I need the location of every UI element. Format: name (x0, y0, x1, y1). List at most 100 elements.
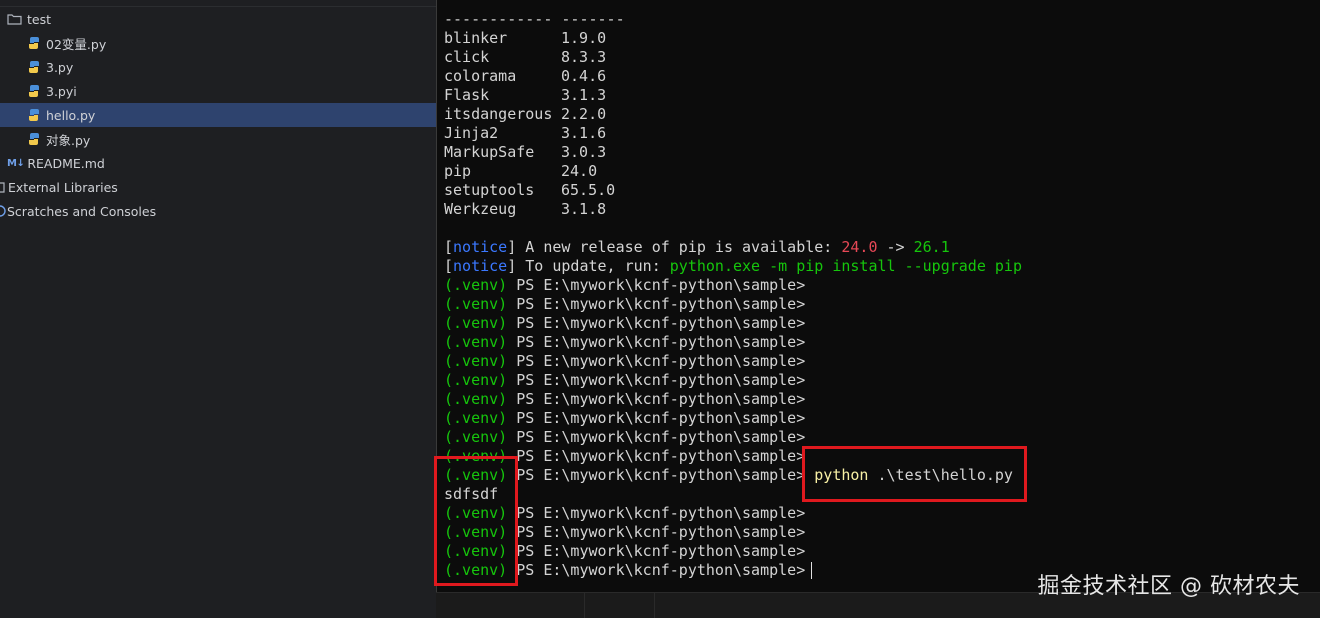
package-row: MarkupSafe 3.0.3 (444, 143, 606, 162)
package-version: 1.9.0 (561, 29, 607, 47)
package-name: colorama (444, 67, 517, 85)
prompt-line: (.venv) PS E:\mywork\kcnf-python\sample> (444, 314, 805, 333)
prompt-path: PS E:\mywork\kcnf-python\sample> (507, 428, 806, 446)
python-file-icon (27, 108, 41, 122)
package-version: 65.5.0 (561, 181, 616, 199)
package-version: 24.0 (561, 162, 598, 180)
package-row: blinker 1.9.0 (444, 29, 606, 48)
package-row: click 8.3.3 (444, 48, 606, 67)
bottom-divider (584, 593, 585, 618)
prompt-path: PS E:\mywork\kcnf-python\sample> (507, 542, 806, 560)
venv-indicator: (.venv) (444, 371, 508, 389)
python-file-icon (27, 60, 41, 74)
watermark-text: 掘金技术社区 @ 砍材农夫 (1037, 574, 1300, 599)
package-row: Jinja2 3.1.6 (444, 124, 606, 143)
tree-item-object-py[interactable]: 对象.py (0, 127, 436, 151)
text-cursor (811, 562, 813, 579)
prompt-line: (.venv) PS E:\mywork\kcnf-python\sample> (444, 428, 805, 447)
notice-text: To update, run: (516, 257, 670, 275)
prompt-line: (.venv) PS E:\mywork\kcnf-python\sample> (444, 390, 805, 409)
tree-item-label: README.md (27, 155, 105, 171)
prompt-path: PS E:\mywork\kcnf-python\sample> (507, 466, 806, 484)
prompt-path: PS E:\mywork\kcnf-python\sample> (507, 276, 806, 294)
tree-item-label: test (27, 11, 52, 27)
scratch-icon (0, 205, 7, 217)
prompt-path: PS E:\mywork\kcnf-python\sample> (507, 504, 806, 522)
tree-item-3-pyi[interactable]: 3.pyi (0, 79, 436, 103)
notice-tag: notice (453, 257, 508, 275)
project-tree: test 02变量.py 3.py 3.pyi hello.py 对象.py M… (0, 0, 436, 617)
package-name: Werkzeug (444, 200, 517, 218)
tree-item-label: Scratches and Consoles (7, 203, 157, 219)
prompt-line: (.venv) PS E:\mywork\kcnf-python\sample> (444, 352, 805, 371)
venv-indicator: (.venv) (444, 390, 508, 408)
prompt-path: PS E:\mywork\kcnf-python\sample> (507, 447, 806, 465)
tree-item-test-folder[interactable]: test (0, 7, 436, 31)
highlight-box-command (802, 446, 1027, 502)
venv-indicator: (.venv) (444, 333, 508, 351)
package-name: blinker (444, 29, 508, 47)
package-version: 3.1.6 (561, 124, 607, 142)
library-icon (0, 181, 7, 193)
markdown-icon: M↓ (7, 157, 25, 169)
prompt-line: (.venv) PS E:\mywork\kcnf-python\sample> (444, 276, 805, 295)
tree-item-label: 3.py (46, 59, 74, 75)
prompt-path: PS E:\mywork\kcnf-python\sample> (507, 352, 806, 370)
prompt-path: PS E:\mywork\kcnf-python\sample> (507, 409, 806, 427)
package-version: 8.3.3 (561, 48, 607, 66)
venv-indicator: (.venv) (444, 428, 508, 446)
prompt-path: PS E:\mywork\kcnf-python\sample> (507, 314, 806, 332)
tree-item-label: 02变量.py (46, 36, 107, 52)
tree-item-02var-py[interactable]: 02变量.py (0, 31, 436, 55)
package-table-separator: ------------ ------- (444, 10, 625, 28)
tree-item-label: hello.py (46, 107, 96, 123)
tree-item-scratches-consoles[interactable]: Scratches and Consoles (0, 199, 436, 223)
tree-item-3-py[interactable]: 3.py (0, 55, 436, 79)
prompt-line: (.venv) PS E:\mywork\kcnf-python\sample> (444, 295, 805, 314)
tree-item-label: 3.pyi (46, 83, 77, 99)
prompt-path: PS E:\mywork\kcnf-python\sample> (507, 295, 806, 313)
prompt-path: PS E:\mywork\kcnf-python\sample> (507, 371, 806, 389)
prompt-path: PS E:\mywork\kcnf-python\sample> (507, 390, 806, 408)
package-name: MarkupSafe (444, 143, 535, 161)
highlight-box-venv (434, 456, 518, 586)
package-row: itsdangerous 2.2.0 (444, 105, 606, 124)
prompt-path: PS E:\mywork\kcnf-python\sample> (507, 561, 806, 579)
package-name: setuptools (444, 181, 535, 199)
notice-tag: notice (453, 238, 508, 256)
package-version: 3.0.3 (561, 143, 607, 161)
prompt-path: PS E:\mywork\kcnf-python\sample> (507, 333, 806, 351)
venv-indicator: (.venv) (444, 409, 508, 427)
package-version: 0.4.6 (561, 67, 607, 85)
package-version: 3.1.8 (561, 200, 607, 218)
prompt-line: (.venv) PS E:\mywork\kcnf-python\sample> (444, 371, 805, 390)
notice-arrow: -> (877, 238, 914, 256)
tree-item-readme-md[interactable]: M↓ README.md (0, 151, 436, 175)
notice-upgrade-command: python.exe -m pip install --upgrade pip (669, 257, 1022, 275)
package-row: pip 24.0 (444, 162, 597, 181)
tree-item-hello-py[interactable]: hello.py (0, 103, 436, 127)
python-file-icon (27, 132, 41, 146)
package-name: pip (444, 162, 472, 180)
tree-item-label: 对象.py (46, 132, 91, 148)
package-name: click (444, 48, 490, 66)
python-file-icon (27, 36, 41, 50)
python-file-icon (27, 84, 41, 98)
package-row: Werkzeug 3.1.8 (444, 200, 606, 219)
tree-top-edge (0, 0, 436, 7)
prompt-path: PS E:\mywork\kcnf-python\sample> (507, 523, 806, 541)
prompt-line: (.venv) PS E:\mywork\kcnf-python\sample> (444, 333, 805, 352)
package-row: Flask 3.1.3 (444, 86, 606, 105)
tree-item-external-libraries[interactable]: External Libraries (0, 175, 436, 199)
notice-text: A new release of pip is available: (516, 238, 842, 256)
package-version: 2.2.0 (561, 105, 607, 123)
pip-notice-update: [notice] To update, run: python.exe -m p… (444, 257, 1022, 275)
notice-old-version: 24.0 (841, 238, 878, 256)
package-version: 3.1.3 (561, 86, 607, 104)
package-row: colorama 0.4.6 (444, 67, 606, 86)
package-name: Flask (444, 86, 490, 104)
venv-indicator: (.venv) (444, 352, 508, 370)
package-row: setuptools 65.5.0 (444, 181, 615, 200)
package-name: Jinja2 (444, 124, 499, 142)
folder-icon (7, 13, 22, 25)
